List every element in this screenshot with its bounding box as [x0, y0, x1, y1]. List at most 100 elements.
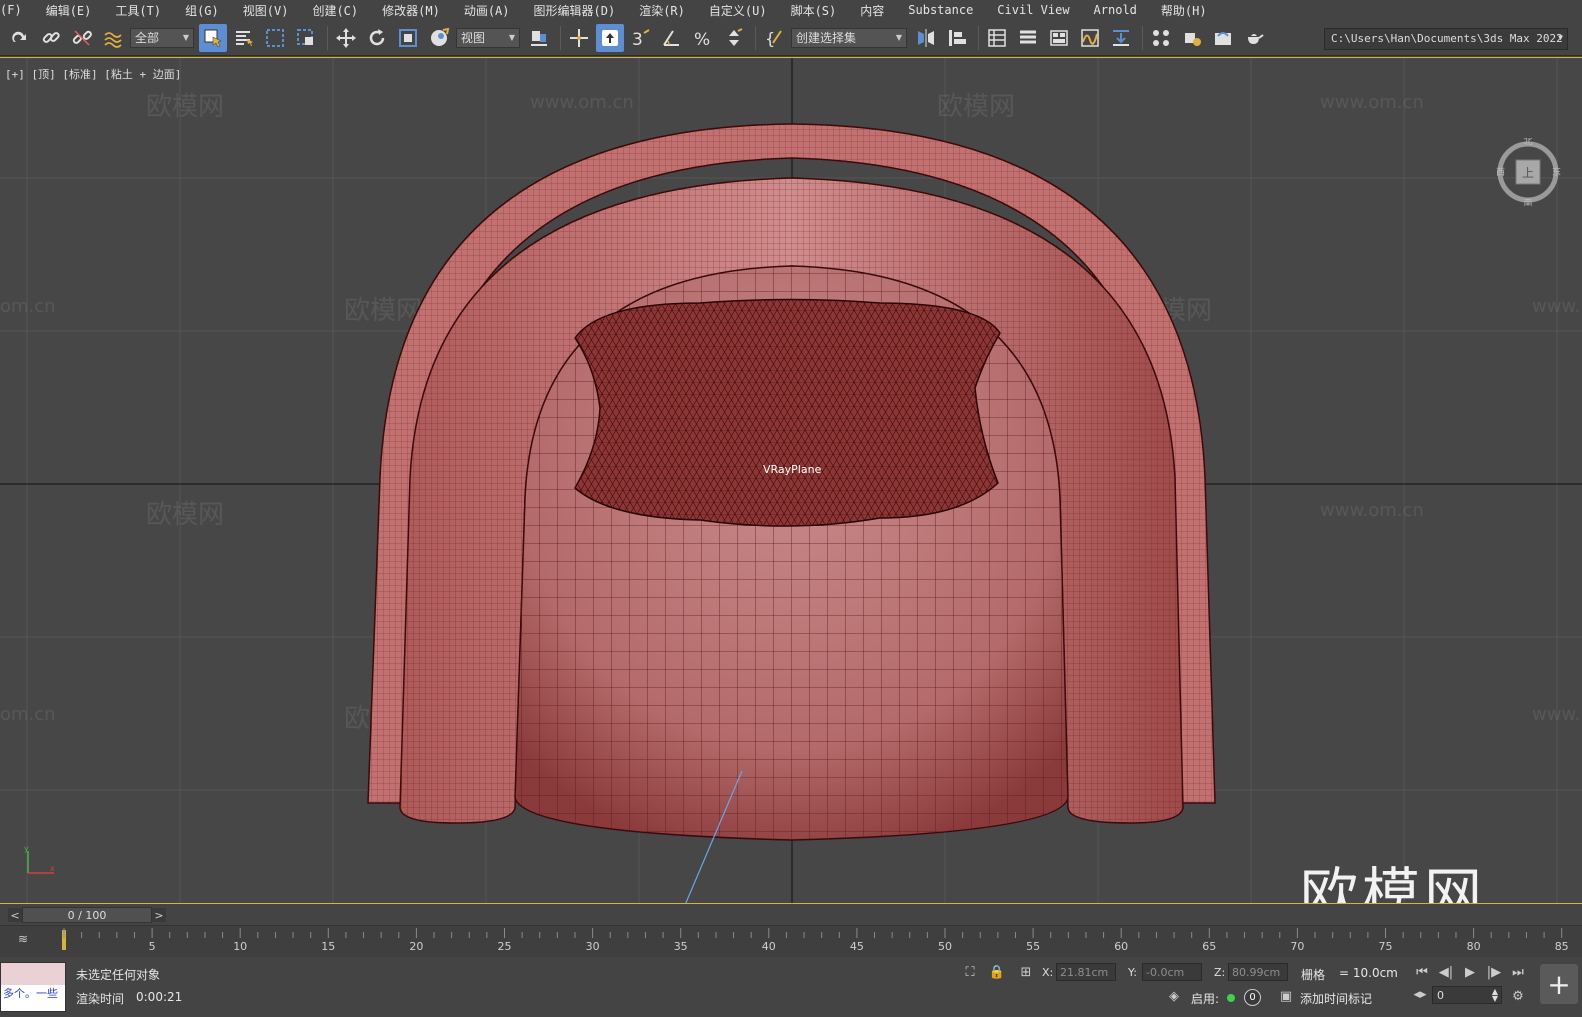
select-by-name-button[interactable] — [230, 24, 258, 52]
selection-filter-dropdown[interactable]: 全部 ▼ — [130, 27, 194, 48]
track-bar[interactable]: ≋ 5 10 15 20 25 30 35 40 45 50 55 60 65 70 75 80 85 — [0, 925, 1582, 957]
go-to-start-icon[interactable]: ⏮ — [1412, 962, 1432, 982]
menu-group[interactable]: 组(G) — [173, 2, 231, 19]
time-slider[interactable]: < 0 / 100 > — [0, 905, 1582, 925]
menu-content[interactable]: 内容 — [848, 2, 896, 19]
listener-output[interactable]: 多个。一些 — [1, 985, 65, 1001]
select-and-link-button[interactable] — [37, 24, 65, 52]
svg-text:3: 3 — [632, 30, 643, 49]
adaptive-degradation-icon[interactable]: ◈ — [1164, 986, 1184, 1006]
viewcube-south[interactable]: 南 — [1523, 197, 1532, 206]
keyboard-shortcut-override-button[interactable] — [596, 23, 624, 52]
scene-explorer-button[interactable] — [983, 24, 1011, 52]
select-and-move-button[interactable] — [332, 24, 360, 52]
menu-customize[interactable]: 自定义(U) — [697, 2, 779, 19]
edit-named-selection-sets-button[interactable]: { — [760, 24, 788, 52]
maxscript-mini-listener[interactable]: 多个。一些 — [0, 962, 66, 1012]
menu-tools[interactable]: 工具(T) — [103, 2, 173, 19]
time-configuration-icon[interactable]: ⚙ — [1508, 986, 1528, 1006]
go-to-end-icon[interactable]: ⏭ — [1508, 962, 1528, 982]
menu-modifiers[interactable]: 修改器(M) — [370, 2, 452, 19]
menu-edit[interactable]: 编辑(E) — [34, 2, 104, 19]
menu-graph-editors[interactable]: 图形编辑器(D) — [522, 2, 628, 19]
y-coord-field[interactable]: -0.0cm — [1142, 963, 1202, 981]
previous-key-icon[interactable]: ◀| — [1436, 962, 1456, 982]
manipulate-icon — [570, 28, 588, 47]
menu-help[interactable]: 帮助(H) — [1149, 2, 1219, 19]
key-mode-toggle-icon[interactable]: ◂▸ — [1410, 984, 1430, 1004]
enable-status-dot[interactable] — [1227, 994, 1235, 1002]
toolbar-separator — [755, 25, 756, 50]
chevron-down-icon: ▼ — [508, 33, 515, 42]
named-selection-set-dropdown[interactable]: 创建选择集 ▼ — [791, 27, 907, 48]
menu-rendering[interactable]: 渲染(R) — [627, 2, 697, 19]
enable-count-badge[interactable]: 0 — [1244, 989, 1261, 1006]
menu-substance[interactable]: Substance — [896, 3, 985, 17]
angle-snap-toggle-button[interactable] — [658, 24, 686, 52]
timeline-tick-label: 80 — [1467, 940, 1481, 953]
project-path-field[interactable]: C:\Users\Han\Documents\3ds Max 2022 ▼ — [1324, 28, 1568, 50]
timeline-tick-label: 5 — [149, 940, 156, 953]
viewcube[interactable]: 上 北 南 西 东 — [1494, 138, 1562, 206]
spinner-snap-toggle-button[interactable] — [720, 24, 748, 52]
add-time-tag-label[interactable]: 添加时间标记 — [1300, 990, 1372, 1007]
timeline-tick-label: 10 — [233, 940, 247, 953]
menu-scripting[interactable]: 脚本(S) — [779, 2, 849, 19]
time-tag-icon[interactable]: ▣ — [1276, 986, 1296, 1006]
percent-snap-toggle-button[interactable]: % — [689, 24, 717, 52]
lock-selection-icon[interactable]: 🔒 — [987, 962, 1007, 982]
select-and-manipulate-button[interactable] — [565, 24, 593, 52]
menu-arnold[interactable]: Arnold — [1082, 3, 1149, 17]
toggle-ribbon-button[interactable] — [1045, 24, 1073, 52]
named-selection-icon: { — [765, 29, 782, 48]
current-frame-field[interactable]: 0 ▲ ▼ — [1432, 986, 1502, 1004]
z-coord-field[interactable]: 80.99cm — [1228, 963, 1288, 981]
menu-create[interactable]: 创建(C) — [300, 2, 370, 19]
isolate-selection-icon[interactable]: ⛶ — [960, 962, 980, 982]
align-button[interactable] — [943, 24, 971, 52]
time-slider-thumb[interactable]: 0 / 100 — [22, 907, 152, 923]
menu-views[interactable]: 视图(V) — [231, 2, 301, 19]
armchair-model[interactable] — [0, 58, 1582, 904]
layer-explorer-button[interactable] — [1014, 24, 1042, 52]
redo-button[interactable] — [6, 24, 34, 52]
material-editor-button[interactable] — [1147, 24, 1175, 52]
select-and-place-button[interactable] — [425, 24, 453, 52]
viewcube-face-top[interactable]: 上 — [1522, 166, 1534, 180]
schematic-view-button[interactable] — [1107, 24, 1135, 52]
create-panel-plus-icon[interactable]: + — [1540, 964, 1578, 1004]
use-pivot-center-button[interactable] — [525, 24, 553, 52]
viewport-label[interactable]: [+] [顶] [标准] [粘土 + 边面] — [5, 66, 181, 82]
top-viewport[interactable]: 欧模网 www.om.cn 欧模网 www.om.cn om.cn 欧模网 欧模… — [0, 57, 1582, 904]
viewcube-north[interactable]: 北 — [1523, 138, 1532, 147]
viewcube-east[interactable]: 东 — [1552, 166, 1561, 178]
listener-input[interactable] — [1, 963, 65, 985]
unlink-selection-button[interactable] — [68, 24, 96, 52]
rectangular-selection-button[interactable] — [261, 24, 289, 52]
rendered-frame-window-button[interactable] — [1209, 24, 1237, 52]
play-icon[interactable]: ▶ — [1460, 962, 1480, 982]
render-production-button[interactable] — [1240, 24, 1268, 52]
mirror-button[interactable] — [912, 24, 940, 52]
window-crossing-button[interactable] — [292, 24, 320, 52]
previous-frame-button[interactable]: < — [8, 908, 22, 922]
x-coord-field[interactable]: 21.81cm — [1056, 963, 1116, 981]
spinner-icon[interactable]: ▲ ▼ — [1492, 988, 1498, 1003]
project-path-value: C:\Users\Han\Documents\3ds Max 2022 — [1331, 32, 1563, 45]
render-setup-button[interactable] — [1178, 24, 1206, 52]
next-key-icon[interactable]: |▶ — [1484, 962, 1504, 982]
next-frame-button[interactable]: > — [152, 908, 166, 922]
select-and-rotate-button[interactable] — [363, 24, 391, 52]
curve-editor-button[interactable] — [1076, 24, 1104, 52]
menu-file[interactable]: (F) — [0, 3, 34, 17]
select-and-scale-button[interactable] — [394, 24, 422, 52]
menu-animation[interactable]: 动画(A) — [452, 2, 522, 19]
select-object-button[interactable] — [199, 23, 227, 52]
absolute-mode-icon[interactable]: ⊞ — [1016, 962, 1036, 982]
snaps-toggle-button[interactable]: 3 — [627, 24, 655, 52]
reference-coord-value: 视图 — [461, 31, 486, 45]
viewcube-west[interactable]: 西 — [1496, 167, 1505, 178]
reference-coord-dropdown[interactable]: 视图 ▼ — [456, 27, 520, 48]
bind-to-space-warp-button[interactable] — [99, 24, 127, 52]
menu-civil-view[interactable]: Civil View — [985, 3, 1081, 17]
